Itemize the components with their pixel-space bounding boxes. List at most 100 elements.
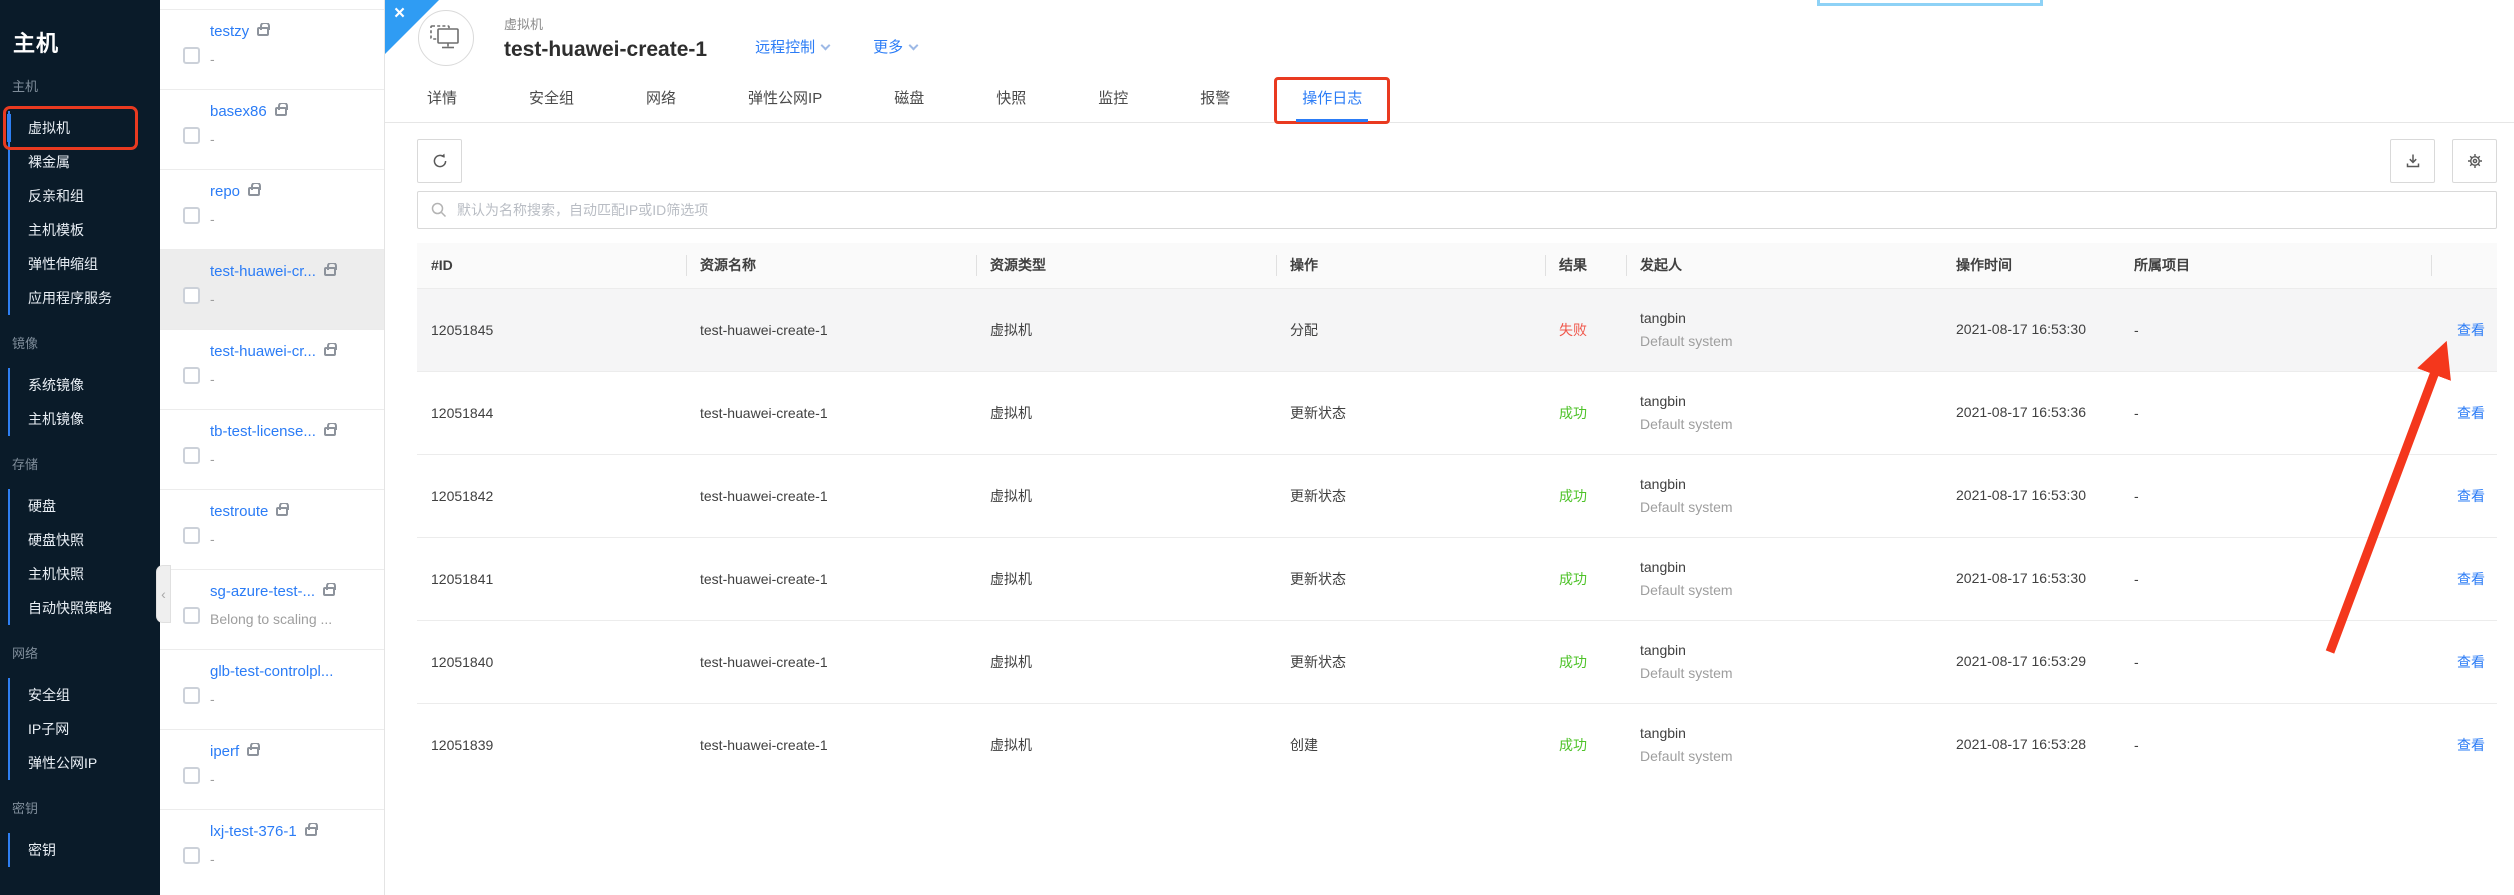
- cell-operation: 更新状态: [1276, 454, 1545, 537]
- sidebar-item[interactable]: 弹性公网IP: [10, 746, 160, 780]
- tab[interactable]: 监控: [1098, 75, 1128, 122]
- sidebar-item[interactable]: 反亲和组: [10, 179, 160, 213]
- vm-name-link[interactable]: sg-azure-test-...: [210, 583, 315, 600]
- vm-name-link[interactable]: tb-test-license...: [210, 423, 316, 440]
- initiator-subtext: Default system: [1640, 582, 1942, 598]
- initiator-subtext: Default system: [1640, 748, 1942, 764]
- col-header-resource-name: 资源名称: [686, 243, 976, 288]
- row-checkbox[interactable]: [183, 127, 200, 144]
- sidebar-item[interactable]: 硬盘: [10, 489, 160, 523]
- view-link[interactable]: 查看: [2457, 737, 2485, 753]
- table-row[interactable]: 12051840 test-huawei-create-1 虚拟机 更新状态 成…: [417, 620, 2497, 703]
- sidebar-item[interactable]: 应用程序服务: [10, 281, 160, 315]
- table-row[interactable]: 12051842 test-huawei-create-1 虚拟机 更新状态 成…: [417, 454, 2497, 537]
- cell-project: -: [2120, 288, 2431, 371]
- row-checkbox[interactable]: [183, 207, 200, 224]
- table-row[interactable]: 12051841 test-huawei-create-1 虚拟机 更新状态 成…: [417, 537, 2497, 620]
- collapse-panel-handle[interactable]: ‹: [156, 565, 171, 623]
- sidebar-item[interactable]: 裸金属: [10, 145, 160, 179]
- chevron-down-icon: [821, 41, 831, 51]
- list-item[interactable]: lxj-test-376-1 -: [160, 809, 384, 889]
- list-item[interactable]: testroute -: [160, 489, 384, 569]
- view-link[interactable]: 查看: [2457, 654, 2485, 670]
- close-icon: ×: [394, 3, 405, 25]
- sidebar-item[interactable]: 主机模板: [10, 213, 160, 247]
- list-item[interactable]: repo -: [160, 169, 384, 249]
- tab[interactable]: 报警: [1200, 75, 1230, 122]
- row-checkbox[interactable]: [183, 527, 200, 544]
- sidebar-item[interactable]: 硬盘快照: [10, 523, 160, 557]
- cell-id: 12051845: [417, 288, 686, 371]
- download-button[interactable]: [2390, 139, 2435, 183]
- tab[interactable]: 快照: [996, 75, 1026, 122]
- row-checkbox[interactable]: [183, 687, 200, 704]
- sidebar-item-label: 弹性伸缩组: [28, 256, 98, 272]
- row-checkbox[interactable]: [183, 447, 200, 464]
- sidebar-section-images: 镜像 系统镜像 主机镜像: [0, 333, 160, 436]
- search-input[interactable]: [457, 202, 2483, 218]
- vm-description: -: [210, 531, 376, 547]
- list-item[interactable]: basex86 -: [160, 89, 384, 169]
- tab[interactable]: 磁盘: [894, 75, 924, 122]
- sidebar-item-label: 硬盘快照: [28, 532, 84, 548]
- list-item[interactable]: tb-test-license... -: [160, 409, 384, 489]
- sidebar-item[interactable]: 主机镜像: [10, 402, 160, 436]
- list-item[interactable]: testzy -: [160, 9, 384, 89]
- table-row[interactable]: 12051839 test-huawei-create-1 虚拟机 创建 成功 …: [417, 703, 2497, 786]
- more-actions-button[interactable]: 更多: [873, 36, 917, 57]
- sidebar-item[interactable]: 安全组: [10, 678, 160, 712]
- sidebar-item[interactable]: 虚拟机: [10, 111, 160, 145]
- vm-name-link[interactable]: testzy: [210, 23, 249, 40]
- tab[interactable]: 弹性公网IP: [748, 75, 822, 122]
- sidebar-item[interactable]: 系统镜像: [10, 368, 160, 402]
- close-panel-button[interactable]: ×: [385, 0, 439, 54]
- list-item[interactable]: sg-azure-test-... Belong to scaling ...: [160, 569, 384, 649]
- view-link[interactable]: 查看: [2457, 322, 2485, 338]
- vm-name-link[interactable]: iperf: [210, 743, 239, 760]
- sidebar-section-network: 网络 安全组 IP子网 弹性公网IP: [0, 643, 160, 780]
- list-item[interactable]: test-huawei-cr... -: [160, 329, 384, 409]
- vm-name-link[interactable]: testroute: [210, 503, 268, 520]
- table-row[interactable]: 12051844 test-huawei-create-1 虚拟机 更新状态 成…: [417, 371, 2497, 454]
- cell-action: 查看: [2431, 454, 2497, 537]
- row-checkbox[interactable]: [183, 767, 200, 784]
- view-link[interactable]: 查看: [2457, 488, 2485, 504]
- vm-name-link[interactable]: glb-test-controlpl...: [210, 663, 333, 680]
- sidebar-item[interactable]: 自动快照策略: [10, 591, 160, 625]
- lock-icon: [324, 427, 336, 436]
- sidebar-item[interactable]: 密钥: [10, 833, 160, 867]
- settings-button[interactable]: [2452, 139, 2497, 183]
- sidebar-item[interactable]: IP子网: [10, 712, 160, 746]
- view-link[interactable]: 查看: [2457, 405, 2485, 421]
- vm-name-link[interactable]: repo: [210, 183, 240, 200]
- vm-name-link[interactable]: test-huawei-cr...: [210, 343, 316, 360]
- tab[interactable]: 安全组: [529, 75, 574, 122]
- list-item[interactable]: test-huawei-cr... -: [160, 249, 384, 329]
- tab[interactable]: 详情: [427, 75, 457, 122]
- row-checkbox[interactable]: [183, 367, 200, 384]
- remote-control-button[interactable]: 远程控制: [755, 36, 829, 57]
- sidebar-item[interactable]: 主机快照: [10, 557, 160, 591]
- title-block: 虚拟机 test-huawei-create-1: [504, 14, 707, 62]
- table-row[interactable]: 12051845 test-huawei-create-1 虚拟机 分配 失败 …: [417, 288, 2497, 371]
- row-checkbox[interactable]: [183, 847, 200, 864]
- vm-name-link[interactable]: lxj-test-376-1: [210, 823, 297, 840]
- tab-label: 操作日志: [1302, 90, 1362, 107]
- list-item[interactable]: glb-test-controlpl... -: [160, 649, 384, 729]
- tab[interactable]: 网络: [646, 75, 676, 122]
- sidebar-item[interactable]: 弹性伸缩组: [10, 247, 160, 281]
- tab[interactable]: 操作日志: [1302, 75, 1362, 122]
- row-checkbox[interactable]: [183, 607, 200, 624]
- refresh-button[interactable]: [417, 139, 462, 183]
- row-checkbox[interactable]: [183, 47, 200, 64]
- col-header-initiator: 发起人: [1626, 243, 1942, 288]
- cell-resource-type: 虚拟机: [976, 454, 1276, 537]
- cell-action: 查看: [2431, 371, 2497, 454]
- vm-name-link[interactable]: basex86: [210, 103, 267, 120]
- view-link[interactable]: 查看: [2457, 571, 2485, 587]
- list-item[interactable]: iperf -: [160, 729, 384, 809]
- lock-icon: [248, 187, 260, 196]
- row-checkbox[interactable]: [183, 287, 200, 304]
- resource-type-label: 虚拟机: [504, 14, 707, 33]
- vm-name-link[interactable]: test-huawei-cr...: [210, 263, 316, 280]
